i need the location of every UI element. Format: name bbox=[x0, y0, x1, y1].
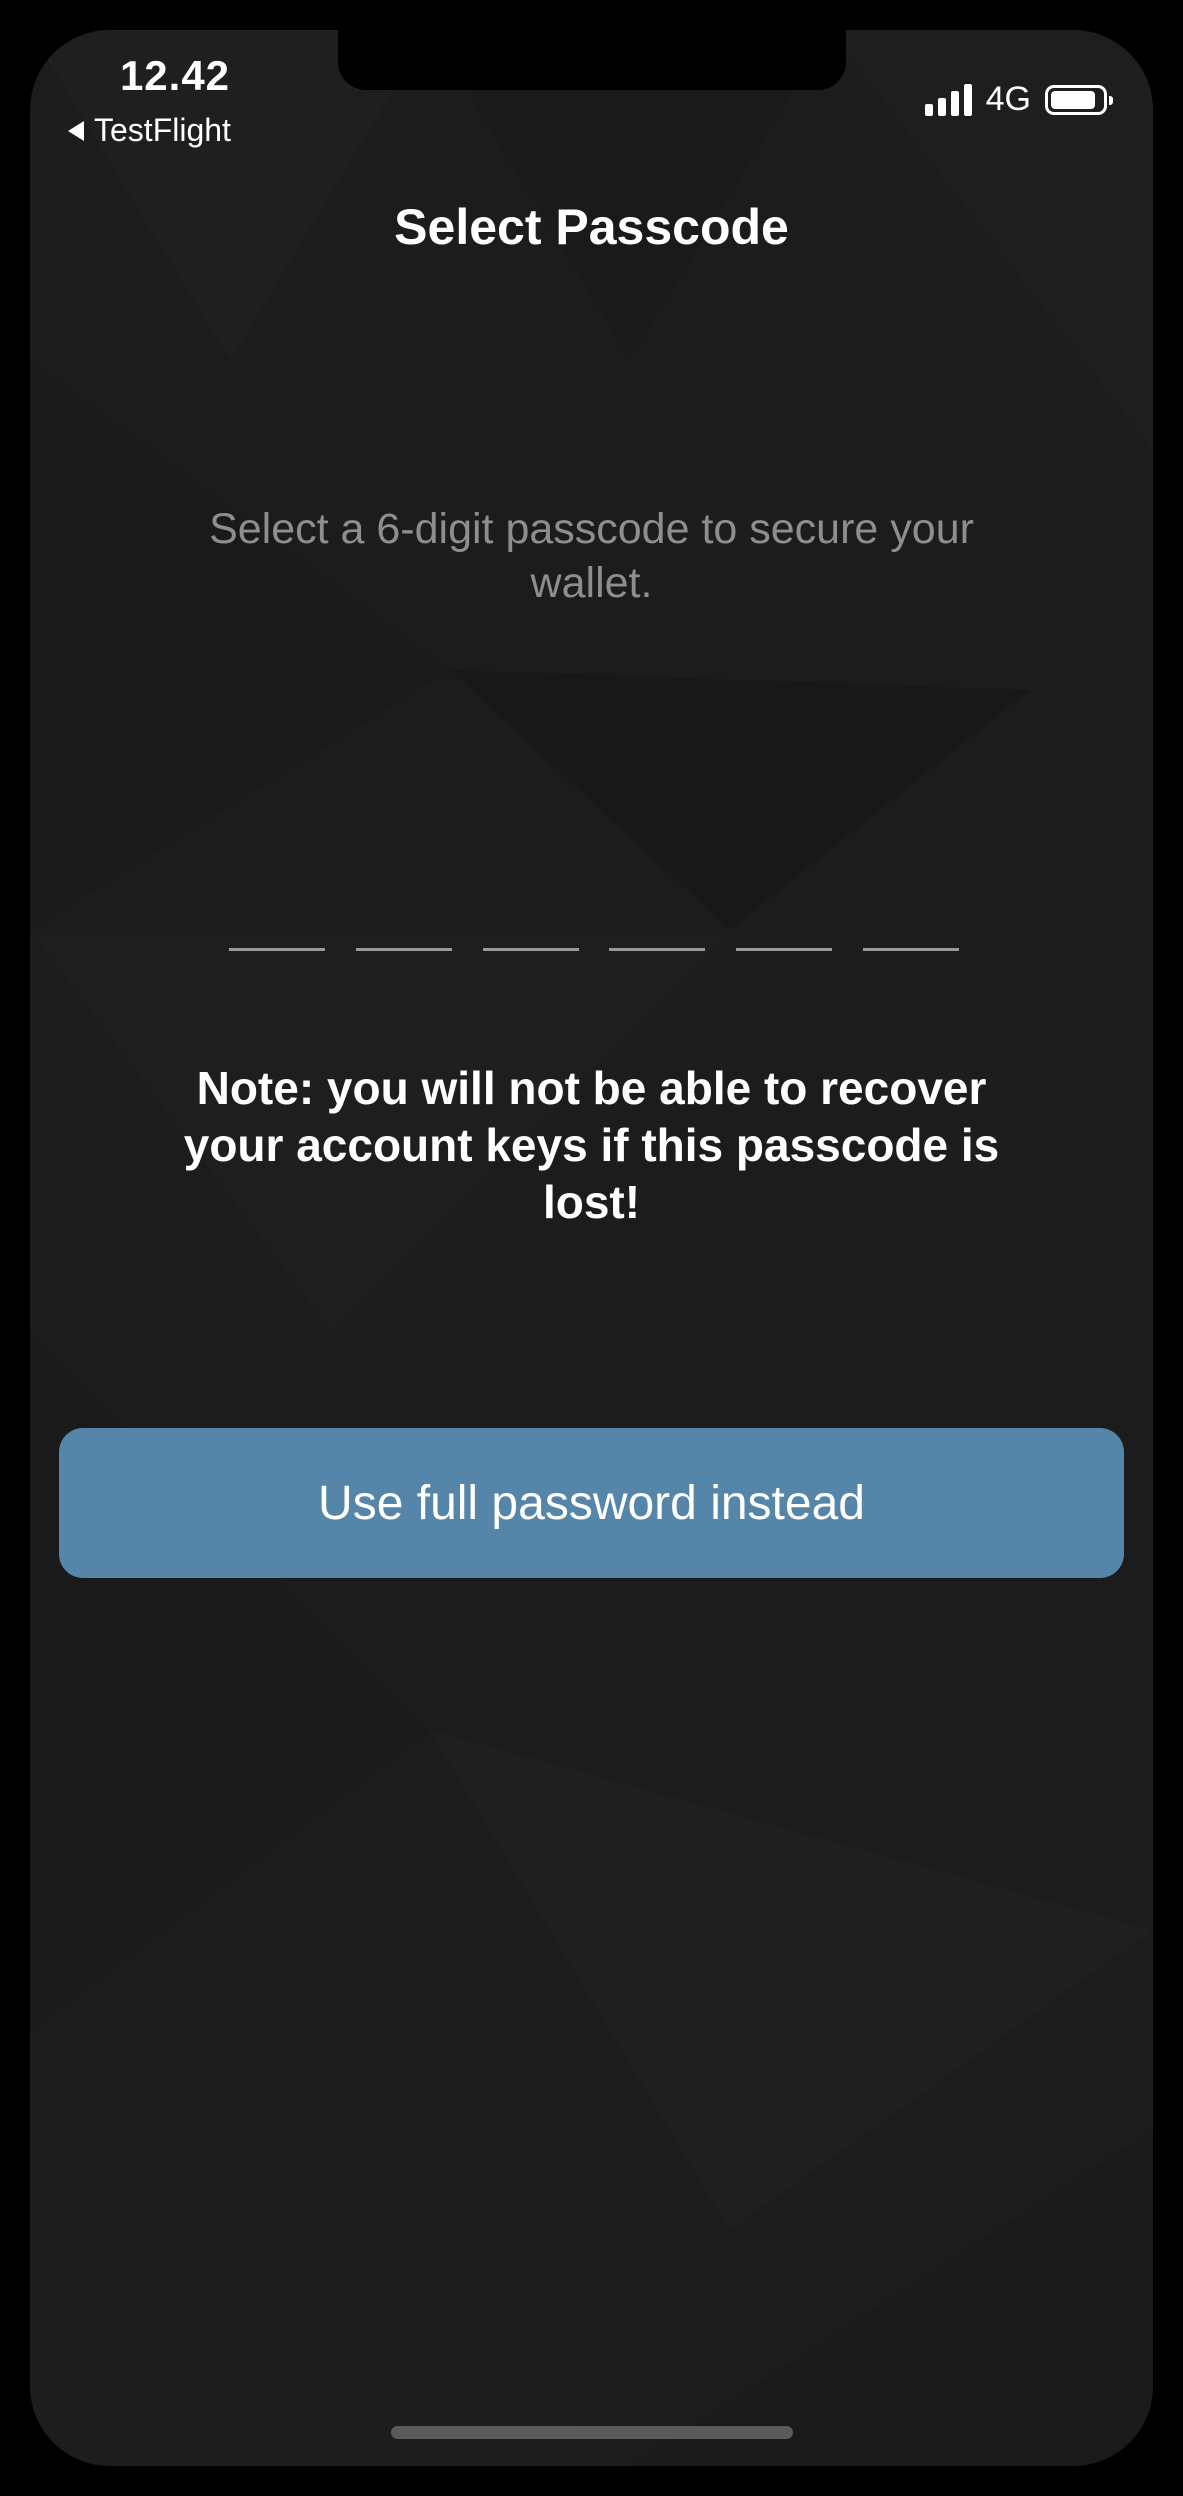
network-type: 4G bbox=[985, 80, 1031, 118]
passcode-digit-slot[interactable] bbox=[355, 948, 452, 951]
screen: 12.42 TestFlight 4G Select Passcode Sele… bbox=[30, 30, 1153, 2466]
battery-icon bbox=[1045, 84, 1113, 115]
home-indicator[interactable] bbox=[391, 2426, 793, 2439]
status-indicators: 4G bbox=[924, 80, 1113, 119]
passcode-digit-slot[interactable] bbox=[609, 948, 706, 951]
back-app-label: TestFlight bbox=[94, 112, 231, 148]
status-time: 12.42 bbox=[119, 52, 231, 99]
passcode-digit-slot[interactable] bbox=[229, 948, 325, 951]
back-arrow-icon bbox=[68, 120, 84, 141]
background-pattern bbox=[30, 30, 1153, 2466]
use-full-password-button[interactable]: Use full password instead bbox=[59, 1428, 1124, 1578]
passcode-digit-slot[interactable] bbox=[482, 948, 579, 951]
passcode-digit-slot[interactable] bbox=[736, 948, 833, 951]
passcode-instruction: Select a 6-digit passcode to secure your… bbox=[209, 505, 974, 607]
passcode-digit-slot[interactable] bbox=[862, 948, 959, 951]
passcode-warning: Note: you will not be able to recover yo… bbox=[183, 1062, 1000, 1228]
notch bbox=[338, 30, 846, 90]
page-title: Select Passcode bbox=[394, 199, 789, 255]
passcode-input[interactable] bbox=[229, 948, 959, 951]
back-to-app-link[interactable]: TestFlight bbox=[68, 112, 231, 149]
device-frame: 12.42 TestFlight 4G Select Passcode Sele… bbox=[0, 0, 1183, 2496]
cellular-signal-icon bbox=[924, 83, 972, 116]
